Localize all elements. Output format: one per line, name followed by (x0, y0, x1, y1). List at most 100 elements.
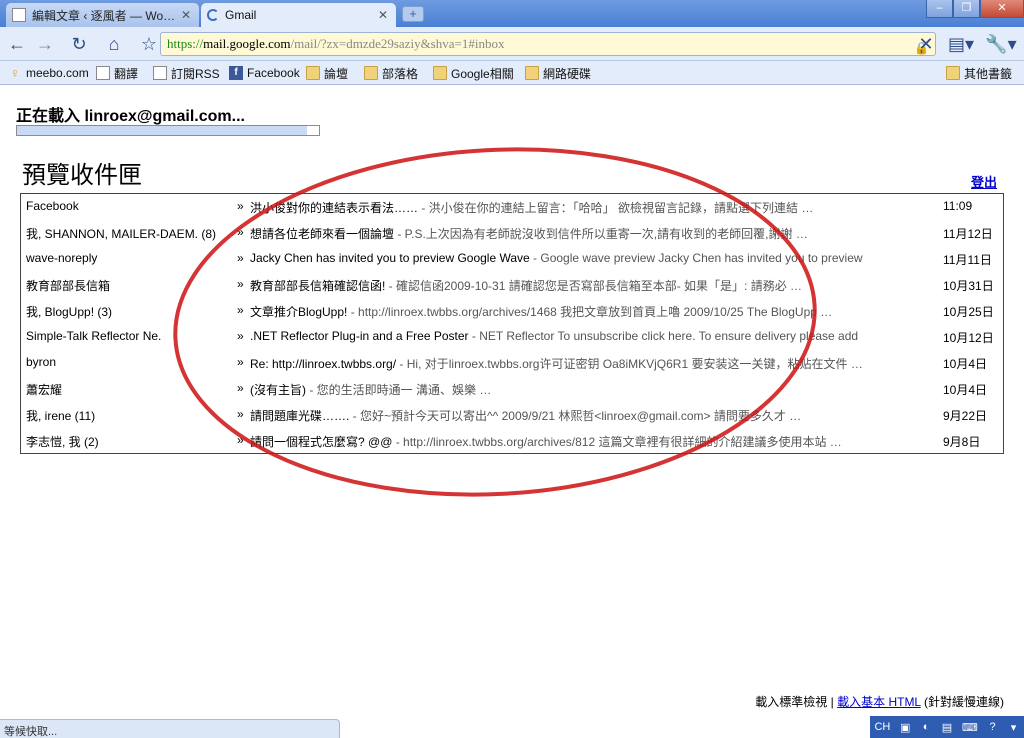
reload-button[interactable]: ↻ (65, 31, 93, 57)
bookmark-folder-blog[interactable]: 部落格 (364, 65, 418, 81)
home-button[interactable]: ⌂ (100, 31, 128, 57)
subject: 想請各位老師來看一個論壇 (250, 227, 395, 241)
tab-gmail[interactable]: Gmail ✕ (201, 3, 396, 27)
help-icon[interactable]: ? (987, 721, 999, 733)
signout-link[interactable]: 登出 (971, 172, 997, 191)
page-menu-button[interactable]: ▤▾ (946, 31, 976, 57)
table-row[interactable]: wave-noreply » Jacky Chen has invited you … (21, 246, 1003, 272)
bookmark-folder-forum[interactable]: 論壇 (306, 65, 348, 81)
wrench-icon: 🔧▾ (985, 34, 1017, 54)
tab-strip: 編輯文章 ‹ 逐風者 — Wo… ✕ Gmail ✕ + – ❐ ✕ (0, 0, 1024, 27)
arrow-right-icon: → (36, 34, 54, 54)
address-bar[interactable]: https://mail.google.com/mail/?zx=dmzde29… (160, 32, 936, 56)
sender: Simple-Talk Reflector Ne. (26, 329, 162, 343)
chevron-right-icon: » (237, 329, 244, 343)
subject: (沒有主旨) (250, 383, 306, 397)
table-row[interactable]: 李志愷, 我 (2) » 請問一個程式怎麼寫? @@ - http://linroe… (21, 428, 1003, 454)
subject: Jacky Chen has invited you to preview Go… (250, 251, 530, 265)
window-close-button[interactable]: ✕ (980, 0, 1024, 18)
ime-keyboard-icon[interactable]: ⌨ (962, 721, 978, 734)
tab-title: 編輯文章 ‹ 逐風者 — Wo… (32, 8, 176, 23)
date: 11:09 (943, 199, 973, 213)
forward-button[interactable]: → (31, 31, 59, 57)
page-menu-icon: ▤▾ (947, 34, 975, 54)
basic-html-link[interactable]: 載入基本 HTML (837, 695, 921, 709)
chevron-down-icon[interactable]: ▾ (1007, 721, 1019, 734)
table-row[interactable]: Facebook » 洪小俊對你的連結表示看法…… - 洪小俊在你的連結上留言：「哈… (21, 194, 1003, 220)
bookmark-facebook[interactable]: f Facebook (229, 65, 300, 81)
bookmark-folder-google[interactable]: Google相關 (433, 65, 514, 81)
message-preview: 文章推介BlogUpp! - http://linroex.twbbs.org/… (250, 303, 914, 320)
message-preview: Jacky Chen has invited you to preview Go… (250, 251, 914, 265)
table-row[interactable]: 我, irene (11) » 請問題庫光碟……. - 您好~預計今天可以寄出^^ … (21, 402, 1003, 428)
url-host: mail.google.com (203, 36, 291, 51)
sender: wave-noreply (26, 251, 98, 265)
sender: 蕭宏耀 (26, 383, 63, 397)
close-icon[interactable]: ✕ (179, 8, 193, 22)
new-tab-button[interactable]: + (402, 6, 424, 22)
page-icon (12, 8, 26, 22)
bookmark-meebo[interactable]: ♀ meebo.com (8, 65, 89, 81)
snippet: - Google wave preview Jacky Chen has inv… (529, 251, 863, 265)
chevron-right-icon: » (237, 251, 244, 265)
snippet: - NET Reflector To unsubscribe click her… (468, 329, 859, 343)
message-preview: .NET Reflector Plug-in and a Free Poster… (250, 329, 914, 343)
table-row[interactable]: 我, SHANNON, MAILER-DAEM. (8) » 想請各位老師來看一個論… (21, 220, 1003, 246)
table-row[interactable]: 教育部部長信箱 » 教育部部長信箱確認信函! - 確認信函2009-10-31 請確… (21, 272, 1003, 298)
table-row[interactable]: 我, BlogUpp! (3) » 文章推介BlogUpp! - http://li… (21, 298, 1003, 324)
tab-blog-editor[interactable]: 編輯文章 ‹ 逐風者 — Wo… ✕ (6, 3, 199, 27)
bookmark-star-button[interactable]: ☆ (135, 31, 163, 57)
bookmark-label: 論壇 (324, 66, 349, 81)
message-preview: 請問題庫光碟……. - 您好~預計今天可以寄出^^ 2009/9/21 林熙哲<… (250, 407, 914, 424)
message-preview: 請問一個程式怎麼寫? @@ - http://linroex.twbbs.org… (250, 433, 914, 450)
table-row[interactable]: 蕭宏耀 » (沒有主旨) - 您的生活即時通一 溝通、娛樂 … 10月4日 (21, 376, 1003, 402)
ime-width-icon[interactable]: ◐ (920, 721, 932, 733)
chevron-right-icon: » (237, 433, 244, 447)
folder-icon (946, 66, 960, 80)
status-bar: 等候快取... (0, 719, 340, 738)
date: 11月11日 (943, 253, 992, 267)
ime-mode-icon[interactable]: ▣ (899, 721, 911, 734)
bookmark-other[interactable]: 其他書籤 (946, 65, 1012, 81)
tools-menu-button[interactable]: 🔧▾ (984, 31, 1018, 57)
snippet: - 您好~預計今天可以寄出^^ 2009/9/21 林熙哲<linroex@gm… (349, 409, 802, 423)
reload-icon: ↻ (71, 34, 87, 54)
mail-rows: Facebook » 洪小俊對你的連結表示看法…… - 洪小俊在你的連結上留言：「哈… (21, 194, 1003, 454)
stop-button[interactable]: ✕ (912, 31, 940, 57)
bookmark-rss[interactable]: 訂閱RSS (153, 65, 220, 81)
chevron-right-icon: » (237, 277, 244, 291)
loading-spinner-icon (207, 9, 219, 21)
table-row[interactable]: byron » Re: http://linroex.twbbs.org/ - Hi… (21, 350, 1003, 376)
chevron-right-icon: » (237, 303, 244, 317)
table-row[interactable]: Simple-Talk Reflector Ne. » .NET Reflector… (21, 324, 1003, 350)
bookmark-label: 部落格 (382, 66, 419, 81)
sender: 教育部部長信箱 (26, 279, 111, 293)
browser-window: 編輯文章 ‹ 逐風者 — Wo… ✕ Gmail ✕ + – ❐ ✕ ← → ↻… (0, 0, 1024, 738)
page-icon (96, 66, 110, 80)
snippet: - 您的生活即時通一 溝通、娛樂 … (306, 383, 492, 397)
bookmark-label: 訂閱RSS (171, 66, 220, 81)
maximize-button[interactable]: ❐ (953, 0, 980, 18)
meebo-icon: ♀ (9, 65, 21, 81)
folder-icon (525, 66, 539, 80)
ime-language[interactable]: CH (874, 721, 890, 733)
message-preview: 洪小俊對你的連結表示看法…… - 洪小俊在你的連結上留言：「哈哈」 欲檢視留言記… (250, 199, 914, 216)
folder-icon (306, 66, 320, 80)
mail-list: Facebook » 洪小俊對你的連結表示看法…… - 洪小俊在你的連結上留言：「哈… (20, 193, 1004, 454)
chevron-right-icon: » (237, 355, 244, 369)
bookmark-folder-netdrive[interactable]: 網路硬碟 (525, 65, 591, 81)
folder-icon (364, 66, 378, 80)
back-button[interactable]: ← (3, 31, 31, 57)
date: 9月22日 (943, 409, 988, 423)
slow-connection-note: (針對緩慢連線) (920, 695, 1004, 709)
date: 9月8日 (943, 435, 981, 449)
bookmark-translate[interactable]: 翻譯 (96, 65, 138, 81)
subject: Re: http://linroex.twbbs.org/ (250, 357, 397, 371)
message-preview: 想請各位老師來看一個論壇 - P.S.上次因為有老師說沒收到信件所以重寄一次,請… (250, 225, 914, 242)
toolbar: ← → ↻ ⌂ ☆ https://mail.google.com/mail/?… (0, 27, 1024, 61)
chevron-right-icon: » (237, 381, 244, 395)
ime-punct-icon[interactable]: ▤ (941, 721, 953, 734)
minimize-button[interactable]: – (926, 0, 953, 18)
date: 10月25日 (943, 305, 994, 319)
close-icon[interactable]: ✕ (376, 8, 390, 22)
